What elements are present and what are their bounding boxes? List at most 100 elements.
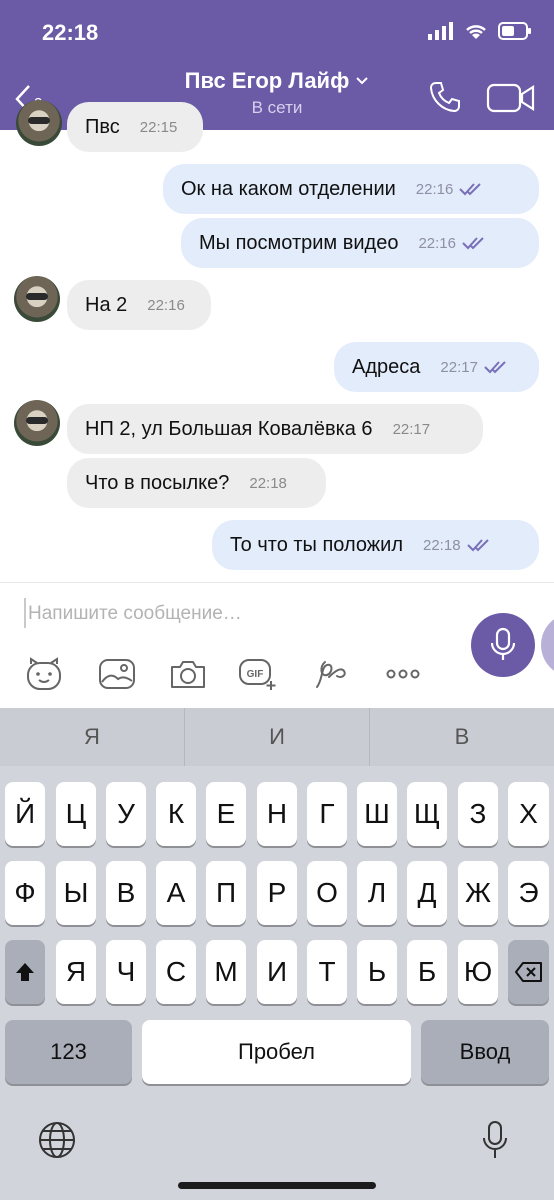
message-incoming[interactable]: Пвс 22:15: [67, 102, 203, 152]
message-text: То что ты положил: [230, 533, 403, 556]
double-check-icon: [459, 183, 482, 196]
key[interactable]: И: [257, 940, 297, 1004]
microphone-icon: [483, 1121, 507, 1158]
key[interactable]: Ю: [458, 940, 498, 1004]
double-check-icon: [484, 361, 506, 374]
message-time: 22:17: [392, 420, 431, 438]
key[interactable]: Б: [407, 940, 447, 1004]
key[interactable]: В: [106, 861, 146, 925]
message-incoming[interactable]: Что в посылке? 22:18: [67, 458, 326, 508]
video-call-button[interactable]: [486, 82, 536, 119]
home-indicator[interactable]: [178, 1182, 376, 1189]
key[interactable]: Н: [257, 782, 297, 846]
dictation-button[interactable]: [482, 1120, 508, 1165]
message-outgoing[interactable]: То что ты положил 22:18: [212, 520, 539, 570]
video-camera-icon: [486, 83, 535, 113]
message-text: НП 2, ул Большая Ковалёвка 6: [85, 417, 373, 440]
key[interactable]: Ь: [357, 940, 397, 1004]
key[interactable]: Т: [307, 940, 347, 1004]
wifi-icon: [466, 25, 486, 39]
contact-avatar[interactable]: [16, 100, 62, 146]
message-time: 22:16: [147, 296, 185, 314]
gallery-icon: [99, 659, 135, 689]
shift-icon: [16, 963, 34, 981]
status-icons: [428, 22, 532, 40]
globe-icon: [39, 1122, 75, 1158]
message-outgoing[interactable]: Мы посмотрим видео 22:16: [181, 218, 539, 268]
doodle-button[interactable]: [310, 654, 350, 694]
key[interactable]: А: [156, 861, 196, 925]
message-input[interactable]: Напишите сообщение…: [28, 603, 242, 625]
contact-avatar[interactable]: [14, 400, 60, 446]
shift-key[interactable]: [5, 940, 45, 1004]
message-outgoing[interactable]: Ок на каком отделении 22:16: [163, 164, 539, 214]
key[interactable]: Й: [5, 782, 45, 846]
suggestion[interactable]: Я: [0, 708, 185, 766]
composer-divider: [0, 582, 554, 583]
gallery-button[interactable]: [97, 654, 137, 694]
key[interactable]: Ф: [5, 861, 45, 925]
battery-icon: [498, 22, 531, 40]
key[interactable]: Э: [508, 861, 549, 925]
call-button[interactable]: [428, 80, 462, 119]
suggestion[interactable]: В: [370, 708, 554, 766]
camera-icon: [171, 661, 205, 688]
space-key[interactable]: Пробел: [142, 1020, 411, 1084]
gif-icon: GIF: [239, 659, 276, 690]
message-time: 22:16: [418, 234, 456, 252]
microphone-icon: [490, 627, 516, 660]
enter-key[interactable]: Ввод: [421, 1020, 549, 1084]
camera-button[interactable]: [168, 654, 208, 694]
backspace-key[interactable]: [508, 940, 549, 1004]
secondary-action-button[interactable]: [541, 613, 554, 677]
double-check-icon: [462, 237, 484, 250]
key[interactable]: Г: [307, 782, 347, 846]
suggestion-bar: Я И В: [0, 708, 554, 766]
key[interactable]: Л: [357, 861, 397, 925]
suggestion[interactable]: И: [185, 708, 370, 766]
key[interactable]: Р: [257, 861, 297, 925]
key[interactable]: Ч: [106, 940, 146, 1004]
key[interactable]: П: [206, 861, 246, 925]
key[interactable]: О: [307, 861, 347, 925]
key[interactable]: З: [458, 782, 498, 846]
key[interactable]: Д: [407, 861, 447, 925]
key[interactable]: К: [156, 782, 196, 846]
key[interactable]: С: [156, 940, 196, 1004]
key[interactable]: Е: [206, 782, 246, 846]
sticker-icon: [27, 657, 61, 690]
key[interactable]: Ш: [357, 782, 397, 846]
sticker-button[interactable]: [24, 654, 64, 694]
key[interactable]: Х: [508, 782, 549, 846]
key[interactable]: У: [106, 782, 146, 846]
message-text: Мы посмотрим видео: [199, 231, 399, 254]
message-incoming[interactable]: НП 2, ул Большая Ковалёвка 6 22:17: [67, 404, 483, 454]
more-icon: [386, 669, 420, 679]
message-time: 22:18: [423, 536, 461, 554]
backspace-icon: [514, 962, 542, 982]
language-button[interactable]: [37, 1120, 77, 1165]
text-cursor: [24, 598, 26, 628]
key[interactable]: М: [206, 940, 246, 1004]
chat-screen: 22:18 2 Пвс Егор Лайф В сети Пвс 22:15: [0, 0, 554, 1200]
contact-avatar[interactable]: [14, 276, 60, 322]
key[interactable]: Ж: [458, 861, 498, 925]
numbers-key[interactable]: 123: [5, 1020, 132, 1084]
voice-message-button[interactable]: [471, 613, 535, 677]
message-time: 22:15: [139, 118, 178, 136]
message-text: Адреса: [352, 355, 421, 378]
contact-name: Пвс Егор Лайф: [184, 68, 350, 93]
svg-text:GIF: GIF: [247, 669, 264, 680]
gif-button[interactable]: GIF: [238, 654, 278, 694]
message-text: Пвс: [85, 115, 120, 138]
message-time: 22:18: [249, 474, 287, 492]
key[interactable]: Щ: [407, 782, 447, 846]
more-button[interactable]: [383, 654, 423, 694]
message-text: На 2: [85, 293, 128, 316]
key[interactable]: Я: [56, 940, 96, 1004]
key[interactable]: Ы: [56, 861, 96, 925]
message-time: 22:16: [415, 180, 454, 198]
message-outgoing[interactable]: Адреса 22:17: [334, 342, 539, 392]
key[interactable]: Ц: [56, 782, 96, 846]
message-incoming[interactable]: На 2 22:16: [67, 280, 211, 330]
